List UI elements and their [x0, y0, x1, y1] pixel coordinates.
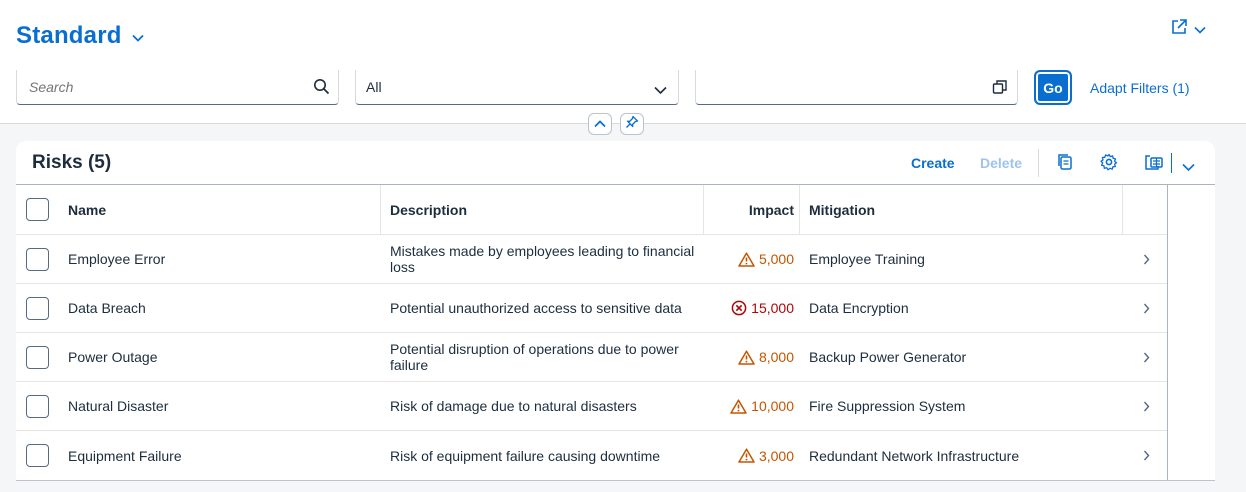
column-divider — [799, 185, 800, 235]
status-select-value: All — [366, 79, 382, 95]
share-icon — [1170, 18, 1188, 41]
value-help-icon[interactable] — [992, 79, 1008, 100]
chevron-right-icon[interactable] — [1136, 382, 1156, 430]
share-menu-button[interactable] — [1170, 18, 1206, 41]
risks-table-panel: Risks (5) Create Delete Name Description… — [16, 141, 1215, 481]
chevron-right-icon[interactable] — [1136, 235, 1156, 283]
risk-description: Risk of damage due to natural disasters — [390, 398, 637, 414]
collapse-header-button[interactable] — [588, 113, 612, 135]
risk-name: Employee Error — [68, 251, 166, 267]
warning-triangle-icon — [738, 448, 755, 463]
warning-triangle-icon — [738, 349, 755, 365]
row-checkbox[interactable] — [26, 395, 49, 418]
status-select[interactable]: All — [355, 70, 679, 105]
risk-mitigation: Backup Power Generator — [809, 349, 967, 365]
row-checkbox[interactable] — [26, 444, 49, 467]
risk-impact-value: 15,000 — [751, 300, 794, 316]
chevron-down-icon — [131, 29, 144, 47]
row-checkbox[interactable] — [26, 248, 49, 271]
page-header: Standard All Go Adapt Filters (1) — [0, 0, 1246, 135]
risk-description: Potential unauthorized access to sensiti… — [390, 300, 682, 316]
risk-description: Potential disruption of operations due t… — [390, 341, 679, 373]
variant-selector[interactable]: Standard — [16, 22, 144, 50]
risk-impact-value: 10,000 — [751, 398, 794, 414]
go-button[interactable]: Go — [1034, 70, 1072, 105]
gear-icon[interactable] — [1100, 153, 1118, 176]
column-header-name[interactable]: Name — [68, 185, 378, 234]
risk-impact: 8,000 — [716, 333, 794, 381]
risk-impact: 3,000 — [716, 431, 794, 480]
column-divider — [380, 185, 381, 235]
error-circle-icon — [731, 300, 747, 316]
split-separator — [1171, 153, 1172, 173]
risk-name: Power Outage — [68, 349, 158, 365]
warning-triangle-icon — [730, 398, 747, 414]
risk-name: Data Breach — [68, 300, 146, 316]
search-field[interactable] — [16, 70, 339, 105]
chevron-down-icon[interactable] — [1182, 159, 1195, 177]
table-right-border — [1167, 185, 1168, 480]
column-header-description[interactable]: Description — [390, 185, 706, 234]
table-row[interactable]: Natural Disaster Risk of damage due to n… — [16, 382, 1168, 431]
risk-mitigation: Redundant Network Infrastructure — [809, 447, 1020, 464]
table-row[interactable]: Equipment Failure Risk of equipment fail… — [16, 431, 1168, 480]
table-row[interactable]: Employee Error Mistakes made by employee… — [16, 235, 1168, 284]
table-toolbar: Risks (5) Create Delete — [16, 141, 1215, 185]
warning-triangle-icon — [738, 251, 755, 267]
chevron-up-icon — [594, 115, 606, 133]
risk-impact-value: 3,000 — [758, 447, 794, 464]
risk-name: Equipment Failure — [68, 447, 182, 464]
risk-impact-value: 5,000 — [758, 251, 794, 267]
search-input[interactable] — [29, 79, 299, 95]
risk-name: Natural Disaster — [68, 398, 169, 414]
value-help-field[interactable] — [695, 70, 1018, 105]
risk-mitigation: Employee Training — [809, 251, 925, 267]
risk-description: Mistakes made by employees leading to fi… — [390, 243, 695, 275]
column-header-impact[interactable]: Impact — [716, 185, 794, 234]
copy-icon[interactable] — [1057, 153, 1073, 176]
risk-mitigation: Data Encryption — [809, 300, 909, 316]
variant-title: Standard — [16, 22, 122, 49]
chevron-down-icon — [654, 82, 667, 100]
risk-description: Risk of equipment failure causing downti… — [390, 447, 661, 464]
adapt-filters-button[interactable]: Adapt Filters (1) — [1090, 80, 1190, 96]
chevron-down-icon — [1194, 21, 1206, 39]
chevron-right-icon[interactable] — [1136, 333, 1156, 381]
table-title: Risks (5) — [32, 152, 112, 173]
create-button[interactable]: Create — [911, 155, 955, 171]
export-icon[interactable] — [1144, 153, 1164, 176]
risk-mitigation: Fire Suppression System — [809, 398, 966, 414]
table-header-row: Name Description Impact Mitigation — [16, 185, 1168, 235]
pin-header-button[interactable] — [620, 113, 644, 135]
risks-table: Name Description Impact Mitigation Emplo… — [16, 185, 1168, 480]
column-header-mitigation[interactable]: Mitigation — [809, 185, 1119, 234]
toolbar-separator — [1038, 149, 1039, 177]
delete-button[interactable]: Delete — [980, 155, 1022, 171]
risk-impact: 15,000 — [716, 284, 794, 332]
search-icon[interactable] — [313, 78, 330, 100]
column-divider — [1122, 185, 1123, 235]
header-toggle-group — [588, 113, 644, 135]
row-checkbox[interactable] — [26, 297, 49, 320]
row-checkbox[interactable] — [26, 346, 49, 369]
column-divider — [703, 185, 704, 235]
table-row[interactable]: Data Breach Potential unauthorized acces… — [16, 284, 1168, 333]
risk-impact: 5,000 — [716, 235, 794, 283]
risk-impact: 10,000 — [716, 382, 794, 430]
pin-icon — [625, 115, 639, 134]
chevron-right-icon[interactable] — [1136, 284, 1156, 332]
chevron-right-icon[interactable] — [1136, 431, 1156, 480]
risk-impact-value: 8,000 — [758, 349, 794, 365]
table-row[interactable]: Power Outage Potential disruption of ope… — [16, 333, 1168, 382]
select-all-checkbox[interactable] — [26, 198, 49, 221]
